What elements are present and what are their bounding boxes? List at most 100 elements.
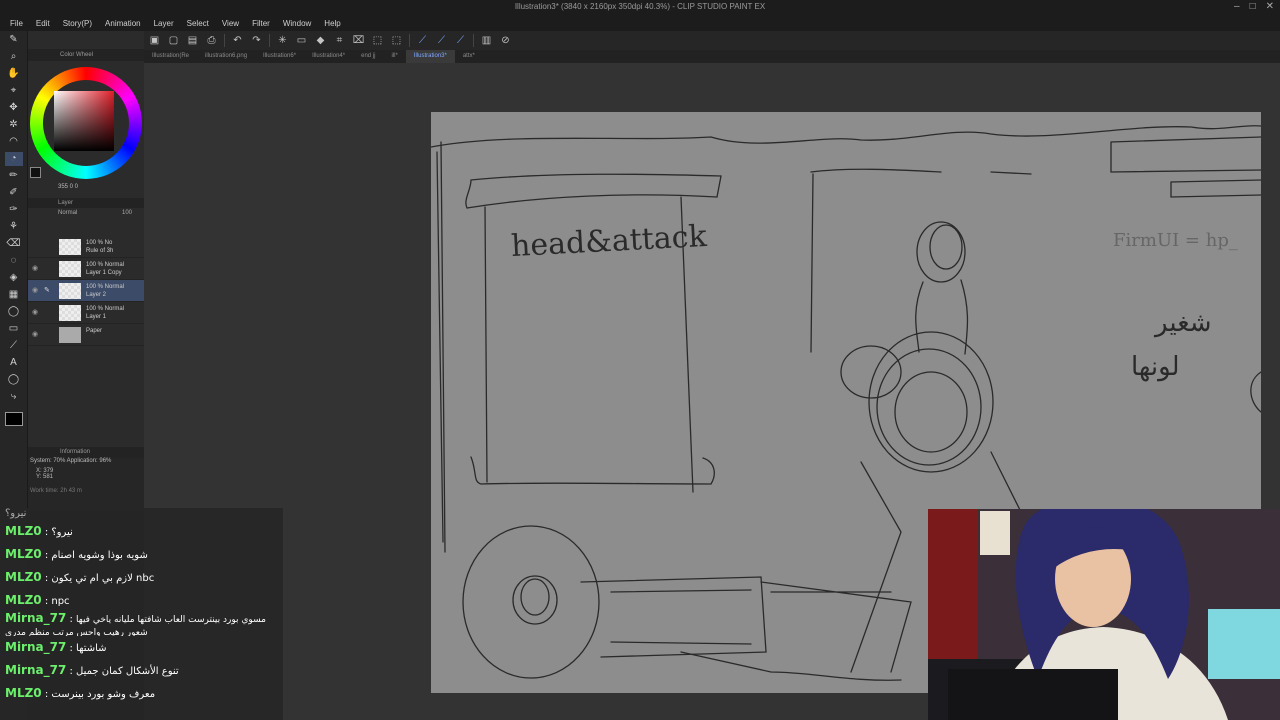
- layer-options: Normal 100: [28, 208, 144, 236]
- tab-attx[interactable]: attx*: [455, 50, 483, 63]
- layer-info: 100 % No Rule of 3h: [86, 239, 113, 255]
- layer-row[interactable]: ◉ 100 % Normal Layer 1: [28, 302, 144, 324]
- tab-illustration-re[interactable]: Illustration(Re: [144, 50, 197, 63]
- chat-separator: :: [41, 527, 52, 538]
- redo-icon[interactable]: ↷: [250, 34, 263, 47]
- transform-icon[interactable]: ⌗: [333, 34, 346, 47]
- opacity-value[interactable]: 100: [122, 210, 132, 216]
- tab-illustration6[interactable]: Illustration6*: [255, 50, 304, 63]
- layer-thumbnail: [59, 283, 81, 299]
- blend-mode-select[interactable]: Normal: [58, 210, 77, 216]
- new-canvas-icon[interactable]: ▣: [148, 34, 161, 47]
- snap-ruler-icon[interactable]: ⟋: [416, 34, 429, 47]
- menu-file[interactable]: File: [10, 19, 23, 28]
- information-panel: Information System: 70% Application: 96%…: [28, 447, 144, 511]
- layer-name: Layer 1 Copy: [86, 270, 122, 276]
- chat-message: Mirna_77 : تنوع الأشكال كمان جميل: [0, 659, 283, 682]
- menu-layer[interactable]: Layer: [154, 19, 174, 28]
- menu-window[interactable]: Window: [283, 19, 311, 28]
- saturation-value-square[interactable]: [54, 91, 114, 151]
- tab-illustration3[interactable]: Illustration3*: [405, 50, 455, 63]
- select-icon[interactable]: ⬚: [390, 34, 403, 47]
- undo-icon[interactable]: ↶: [231, 34, 244, 47]
- brush-size-icon[interactable]: ⊘: [499, 34, 512, 47]
- layer-panel: Layer Normal 100 100 % No Rule of 3h ◉ 1…: [28, 198, 144, 368]
- crop-icon[interactable]: ⌧: [352, 34, 365, 47]
- layer-row[interactable]: 100 % No Rule of 3h: [28, 236, 144, 258]
- main-color-swatch[interactable]: [30, 167, 41, 178]
- chat-username: Mirna_77: [5, 612, 67, 625]
- tab-illustration4[interactable]: Illustration4*: [304, 50, 353, 63]
- new-file-icon[interactable]: ▢: [167, 34, 180, 47]
- visibility-eye-icon[interactable]: ◉: [32, 264, 38, 272]
- chat-separator: :: [41, 550, 52, 561]
- blend-icon[interactable]: ◌: [5, 254, 23, 268]
- settings-icon[interactable]: ▥: [480, 34, 493, 47]
- layer-row[interactable]: ◉ 100 % Normal Layer 1 Copy: [28, 258, 144, 280]
- chat-separator: :: [66, 614, 77, 625]
- visibility-eye-icon[interactable]: ◉: [32, 330, 38, 338]
- pen-tool-icon[interactable]: ✎: [5, 33, 23, 47]
- clear-icon[interactable]: ▭: [295, 34, 308, 47]
- menu-view[interactable]: View: [222, 19, 239, 28]
- layer-info: 100 % Normal Layer 1 Copy: [86, 261, 124, 277]
- menu-help[interactable]: Help: [324, 19, 340, 28]
- menu-select[interactable]: Select: [187, 19, 209, 28]
- airbrush-icon[interactable]: ✑: [5, 203, 23, 217]
- chat-username: MLZ0: [5, 593, 42, 607]
- tab-ill[interactable]: ill*: [383, 50, 405, 63]
- eyedropper-icon[interactable]: ⌖: [5, 84, 23, 98]
- auto-select-icon[interactable]: ✲: [5, 118, 23, 132]
- marker-icon[interactable]: ✐: [5, 186, 23, 200]
- brush-icon[interactable]: ◔: [4, 152, 23, 166]
- tab-end-jj[interactable]: end jj: [353, 50, 383, 63]
- loading-icon[interactable]: ✳: [276, 34, 289, 47]
- streamer-avatar-illustration: [928, 509, 1280, 720]
- lasso-icon[interactable]: ◠: [5, 135, 23, 149]
- color-wheel-header: Color Wheel: [28, 49, 144, 61]
- edit-pen-icon: ✎: [44, 287, 50, 294]
- sketch-note-ui: FirmUI = hp_: [1113, 230, 1238, 251]
- layer-name: Rule of 3h: [86, 248, 114, 254]
- text-icon[interactable]: A: [5, 356, 23, 370]
- visibility-eye-icon[interactable]: ◉: [32, 286, 38, 294]
- gradient-icon[interactable]: ▦: [5, 288, 23, 302]
- minimize-button[interactable]: –: [1234, 1, 1240, 12]
- toolbar-divider: [409, 34, 410, 47]
- save-icon[interactable]: ⎙: [205, 34, 218, 47]
- pencil-icon[interactable]: ✏: [5, 169, 23, 183]
- menu-filter[interactable]: Filter: [252, 19, 270, 28]
- balloon-icon[interactable]: ◯: [5, 373, 23, 387]
- chat-message: MLZ0 : شويه بوذا وشويه اصنام: [0, 543, 283, 566]
- correct-line-icon[interactable]: ⤷: [5, 390, 23, 404]
- fill-icon[interactable]: ◆: [314, 34, 327, 47]
- fill-bucket-icon[interactable]: ◈: [5, 271, 23, 285]
- menu-animation[interactable]: Animation: [105, 19, 141, 28]
- decoration-icon[interactable]: ⚘: [5, 220, 23, 234]
- tab-illustration6-png[interactable]: illustration6.png: [197, 50, 255, 63]
- move-icon[interactable]: ✥: [5, 101, 23, 115]
- document-tabs: Illustration(Re illustration6.png Illust…: [144, 50, 1280, 63]
- layer-row[interactable]: ◉ Paper: [28, 324, 144, 346]
- frame-border-icon[interactable]: ▭: [5, 322, 23, 336]
- hand-icon[interactable]: ✋: [5, 67, 23, 81]
- menu-edit[interactable]: Edit: [36, 19, 50, 28]
- menu-story[interactable]: Story(P): [63, 19, 92, 28]
- layer-opacity-mode: 100 % No: [86, 240, 113, 246]
- maximize-button[interactable]: □: [1250, 1, 1256, 12]
- chat-message: MLZ0 : نيرو؟: [0, 520, 283, 543]
- ruler-icon[interactable]: ⟋: [5, 339, 23, 353]
- window-title: Illustration3* (3840 x 2160px 350dpi 40.…: [514, 2, 766, 11]
- layer-row-selected[interactable]: ◉ ✎ 100 % Normal Layer 2: [28, 280, 144, 302]
- zoom-icon[interactable]: ⌕: [5, 50, 23, 64]
- chat-separator: :: [66, 666, 77, 677]
- visibility-eye-icon[interactable]: ◉: [32, 308, 38, 316]
- open-icon[interactable]: ▤: [186, 34, 199, 47]
- close-button[interactable]: ✕: [1266, 1, 1274, 12]
- snap-grid-icon[interactable]: ⟋: [454, 34, 467, 47]
- figure-icon[interactable]: ◯: [5, 305, 23, 319]
- color-swatch-icon[interactable]: [4, 412, 23, 426]
- eraser-icon[interactable]: ⌫: [5, 237, 23, 251]
- deselect-icon[interactable]: ⬚: [371, 34, 384, 47]
- snap-special-ruler-icon[interactable]: ⟋: [435, 34, 448, 47]
